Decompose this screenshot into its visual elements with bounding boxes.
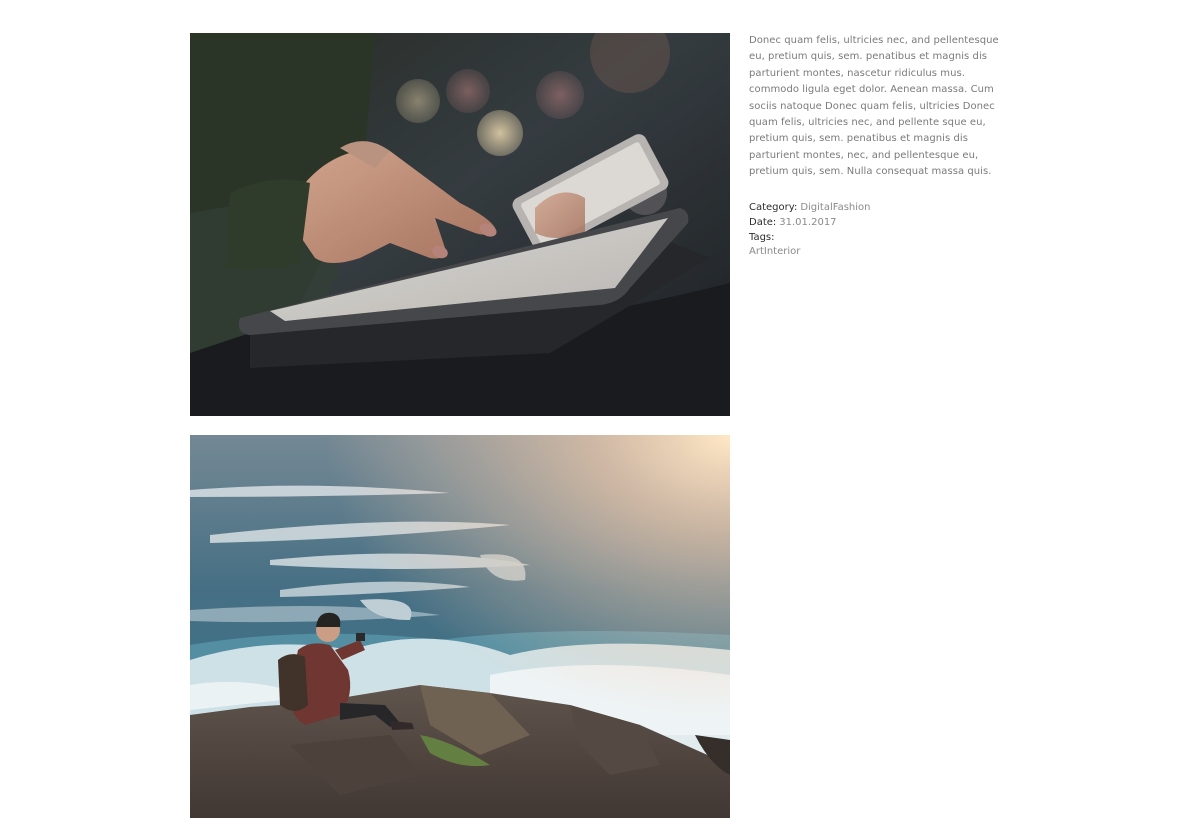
portfolio-single-page: Donec quam felis, ultricies nec, and pel… (0, 0, 1200, 831)
project-meta: Category: DigitalFashion Date: 31.01.2017 … (749, 200, 1011, 259)
project-description: Donec quam felis, ultricies nec, and pel… (749, 35, 999, 178)
ocean-photo (190, 435, 730, 818)
tags-row: Tags: (749, 230, 1011, 245)
category-link[interactable]: DigitalFashion (800, 202, 870, 213)
date-row: Date: 31.01.2017 (749, 215, 1011, 230)
category-row: Category: DigitalFashion (749, 200, 1011, 215)
project-info: Donec quam felis, ultricies nec, and pel… (749, 33, 1011, 259)
category-label: Category: (749, 201, 798, 213)
tags-list: ArtInterior (749, 244, 1011, 259)
tablet-photo-image (190, 33, 730, 416)
tablet-photo (190, 33, 730, 416)
date-label: Date: (749, 216, 777, 228)
project-gallery (190, 33, 730, 818)
tag-link[interactable]: ArtInterior (749, 246, 800, 257)
date-value: 31.01.2017 (779, 216, 837, 228)
tags-label: Tags: (749, 231, 775, 243)
ocean-photo-image (190, 435, 730, 818)
